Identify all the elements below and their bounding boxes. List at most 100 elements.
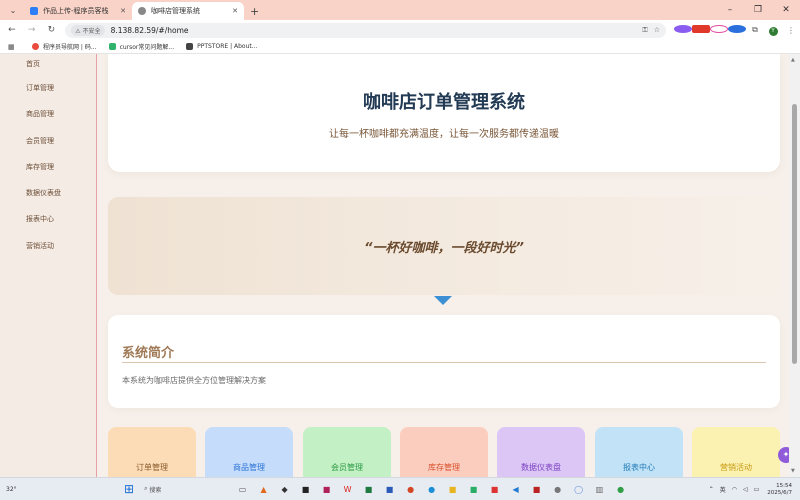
sidebar-item-inventory[interactable]: 库存管理	[0, 154, 96, 180]
sidebar-item-dashboard[interactable]: 数据仪表盘	[0, 180, 96, 206]
app-icon[interactable]: ◯	[568, 485, 589, 494]
tray-chevron-icon[interactable]: ⌃	[709, 486, 714, 493]
extension-blue-icon[interactable]	[728, 25, 746, 35]
bookmark-item[interactable]: cursor常见问题解...	[108, 42, 175, 51]
extension-pink-icon[interactable]	[710, 25, 728, 35]
powerpoint-icon[interactable]: ●	[400, 485, 421, 494]
bookmark-favicon-icon	[108, 43, 116, 50]
security-indicator[interactable]: ⚠ 不安全	[71, 24, 105, 36]
password-key-icon[interactable]: ⚿	[642, 26, 647, 35]
bookmark-item[interactable]: 程序员导航网 | 码...	[32, 42, 97, 51]
back-arrow-icon[interactable]: ←	[4, 25, 20, 35]
vscode-icon[interactable]: ◀	[505, 485, 526, 494]
address-bar[interactable]: ⚠ 不安全 8.138.82.59/#/home ⚿ ☆	[65, 22, 666, 38]
excel-icon[interactable]: ■	[358, 485, 379, 494]
bookmark-label: PPTSTORE | About...	[197, 43, 258, 50]
extensions-area: ⧉ Y ⋮	[674, 25, 800, 36]
apps-grid-icon[interactable]: ▦	[8, 43, 20, 51]
sidebar-item-orders[interactable]: 订单管理	[0, 75, 96, 101]
taskbar-apps: ▭ ▲ ◆ ■ ■ W ■ ■ ● ● ■ ■ ■ ◀ ■ ● ◯ ▥ ●	[232, 485, 631, 494]
feature-card-dashboard[interactable]: 数据仪表盘	[497, 427, 585, 477]
file-explorer-icon[interactable]: ▭	[232, 485, 253, 494]
reload-icon[interactable]: ↻	[44, 25, 60, 35]
app-icon[interactable]: ■	[526, 485, 547, 494]
tab-coffee-system[interactable]: 咖啡店管理系统 ✕	[132, 2, 244, 20]
sidebar-item-marketing[interactable]: 营销活动	[0, 233, 96, 259]
word-icon[interactable]: ■	[379, 485, 400, 494]
taskbar-search[interactable]: ⌕ 搜索	[144, 482, 184, 496]
edge-icon[interactable]: ●	[421, 485, 442, 494]
tab-search-chevron-icon[interactable]: ⌄	[4, 2, 22, 18]
feature-card-label: 营销活动	[720, 463, 752, 472]
feature-card-reports[interactable]: 报表中心	[595, 427, 683, 477]
scroll-up-icon[interactable]: ▲	[791, 57, 795, 63]
system-clock[interactable]: 15:54 2025/6/7	[767, 483, 792, 497]
feature-card-inventory[interactable]: 库存管理	[400, 427, 488, 477]
app-icon[interactable]: ■	[484, 485, 505, 494]
feature-cards: 订单管理 商品管理 会员管理 库存管理 数据仪表盘 报表中心 营销活动	[108, 427, 788, 477]
scrollbar-thumb[interactable]	[792, 104, 797, 364]
tab-title: 作品上传-程序员客栈	[43, 7, 109, 15]
sidebar-item-home[interactable]: 首页	[0, 54, 96, 75]
recycle-bin-icon[interactable]: ▥	[589, 485, 610, 494]
scroll-down-icon[interactable]: ▼	[791, 468, 795, 474]
wechat-icon[interactable]: ■	[463, 485, 484, 494]
bookmark-item[interactable]: PPTSTORE | About...	[186, 43, 257, 50]
tab-close-icon[interactable]: ✕	[232, 7, 238, 15]
hero-banner: 咖啡店订单管理系统 让每一杯咖啡都充满温度，让每一次服务都传递温暖	[108, 54, 780, 172]
tab-programmer-inn[interactable]: 作品上传-程序员客栈 ✕	[24, 2, 132, 20]
page-title: 咖啡店订单管理系统	[363, 92, 525, 113]
close-window-button[interactable]: ✕	[772, 0, 800, 20]
quote-banner: “一杯好咖啡，一段好时光”	[108, 197, 780, 295]
jetbrains-icon[interactable]: ■	[316, 485, 337, 494]
carousel-down-arrow-icon[interactable]	[434, 296, 452, 305]
minimize-button[interactable]: –	[716, 0, 744, 20]
sidebar-item-reports[interactable]: 报表中心	[0, 206, 96, 232]
feature-card-label: 商品管理	[233, 463, 265, 472]
window-controls: – ❐ ✕	[716, 0, 800, 20]
url-text[interactable]: 8.138.82.59/#/home	[111, 26, 637, 35]
extensions-puzzle-icon[interactable]: ⧉	[746, 25, 764, 35]
wifi-icon[interactable]: ◠	[732, 486, 737, 493]
feature-card-marketing[interactable]: 营销活动	[692, 427, 780, 477]
browser-menu-icon[interactable]: ⋮	[782, 26, 800, 35]
bookmark-star-icon[interactable]: ☆	[654, 26, 660, 34]
feature-card-products[interactable]: 商品管理	[205, 427, 293, 477]
profile-avatar[interactable]: Y	[764, 25, 782, 36]
restore-button[interactable]: ❐	[744, 0, 772, 20]
chrome-icon[interactable]: ●	[610, 485, 631, 494]
ime-indicator[interactable]: 英	[720, 485, 726, 494]
app-icon[interactable]: ●	[547, 485, 568, 494]
bookmark-favicon-icon	[32, 43, 39, 50]
matlab-icon[interactable]: ▲	[253, 485, 274, 494]
page-scrollbar[interactable]: ▲ ▼	[789, 54, 800, 477]
app-icon[interactable]: ◆	[274, 485, 295, 494]
sidebar-item-members[interactable]: 会员管理	[0, 128, 96, 154]
feature-card-label: 订单管理	[136, 463, 168, 472]
tab-close-icon[interactable]: ✕	[120, 7, 126, 15]
folder-icon[interactable]: ■	[442, 485, 463, 494]
extension-red-icon[interactable]	[692, 25, 710, 35]
windows-start-icon[interactable]: ⊞	[124, 482, 134, 496]
terminal-icon[interactable]: ■	[295, 485, 316, 494]
wps-icon[interactable]: W	[337, 485, 358, 494]
new-tab-button[interactable]: +	[250, 5, 259, 18]
main-content: 咖啡店订单管理系统 让每一杯咖啡都充满温度，让每一次服务都传递温暖 “一杯好咖啡…	[97, 54, 789, 477]
feature-card-orders[interactable]: 订单管理	[108, 427, 196, 477]
intro-text: 本系统为咖啡店提供全方位管理解决方案	[122, 376, 266, 385]
feature-card-label: 报表中心	[623, 463, 655, 472]
weather-widget[interactable]: 32°	[6, 486, 36, 493]
feature-card-members[interactable]: 会员管理	[303, 427, 391, 477]
sidebar-item-products[interactable]: 商品管理	[0, 101, 96, 127]
forward-arrow-icon[interactable]: →	[24, 25, 40, 35]
extension-purple-icon[interactable]	[674, 25, 692, 35]
battery-icon[interactable]: ▭	[754, 486, 760, 493]
tab-favicon-icon	[30, 7, 38, 15]
system-tray: ⌃ 英 ◠ ◁ ▭ 15:54 2025/6/7	[703, 478, 792, 500]
volume-icon[interactable]: ◁	[743, 486, 748, 493]
tab-title: 咖啡店管理系统	[151, 7, 200, 15]
feature-card-label: 会员管理	[331, 463, 363, 472]
tab-favicon-icon	[138, 7, 146, 15]
bookmark-label: cursor常见问题解...	[119, 44, 175, 51]
intro-heading: 系统简介	[122, 346, 175, 361]
